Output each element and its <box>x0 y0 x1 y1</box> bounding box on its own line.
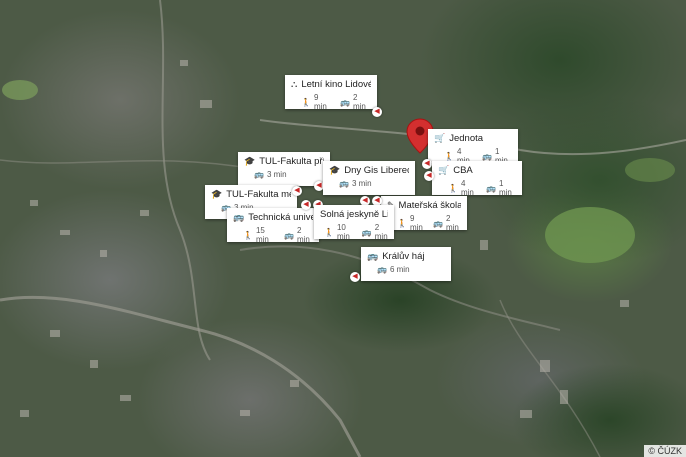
poi-card[interactable]: 🚌Technická univer... 🚶15 min 🚌2 min <box>227 208 319 244</box>
bus-time: 3 min <box>351 179 372 188</box>
bus-icon: 🚌 <box>233 212 245 222</box>
poi-name: Mateřská škola Ji... <box>398 200 461 211</box>
walk-time: 15 min <box>255 226 269 244</box>
graduation-cap-icon: 🎓 <box>244 156 256 166</box>
bus-icon: 🚌 <box>377 265 387 274</box>
bus-time: 2 min <box>296 226 310 244</box>
poi-card[interactable]: 🛒 CBA 🚶 4 min 🚌 1 min <box>432 161 522 197</box>
poi-card[interactable]: ⛬Letní kino Lidové ... 🚶9 min 🚌2 min <box>285 75 377 111</box>
bus-time: 1 min <box>498 179 512 197</box>
bus-icon: 🚌 <box>433 218 443 228</box>
poi-pointer-icon[interactable]: ◀ <box>372 107 382 117</box>
cart-icon: 🛒 <box>434 133 446 143</box>
bus-icon: 🚌 <box>339 179 349 188</box>
poi-name: Dny Gis Liberec <box>344 165 409 176</box>
bus-time: 2 min <box>374 223 388 241</box>
walk-icon: 🚶 <box>448 183 458 193</box>
walk-icon: 🚶 <box>301 97 311 107</box>
walk-icon: 🚶 <box>243 230 253 240</box>
poi-card[interactable]: 🛒Jednota 🚶4 min 🚌1 min <box>428 129 518 165</box>
walk-time: 4 min <box>460 179 474 197</box>
bus-icon: 🚌 <box>361 227 372 237</box>
satellite-map[interactable]: ⛬Letní kino Lidové ... 🚶9 min 🚌2 min ◀ 🛒… <box>0 0 686 457</box>
sitemap-icon: ⛬ <box>291 79 298 89</box>
graduation-cap-icon: 🎓 <box>329 165 341 175</box>
bus-time: 3 min <box>266 170 287 179</box>
bus-icon: 🚌 <box>367 251 379 261</box>
poi-pointer-icon[interactable]: ◀ <box>422 159 432 169</box>
poi-name: Technická univer... <box>248 212 313 223</box>
poi-name: Králův háj <box>382 251 425 262</box>
poi-card[interactable]: 🎓 Dny Gis Liberec 🚌 3 min <box>323 161 415 195</box>
map-attribution: © ČÚZK <box>644 445 686 457</box>
walk-time: 10 min <box>336 223 350 241</box>
poi-card[interactable]: 🚌 Králův háj 🚌 6 min <box>361 247 451 281</box>
poi-pointer-icon[interactable]: ◀ <box>424 171 434 181</box>
walk-icon: 🚶 <box>444 151 454 161</box>
bus-time: 2 min <box>445 214 459 232</box>
bus-icon: 🚌 <box>283 230 294 240</box>
poi-name: TUL-Fakulta mech... <box>226 189 291 200</box>
bus-icon: 🚌 <box>340 97 350 107</box>
bus-time: 2 min <box>352 93 366 111</box>
poi-pointer-icon[interactable]: ◀ <box>301 200 311 210</box>
poi-name: Solná jeskyně Lib... <box>320 209 388 220</box>
poi-pointer-icon[interactable]: ◀ <box>292 186 302 196</box>
bus-time: 6 min <box>389 265 410 274</box>
poi-name: TUL-Fakulta přírо... <box>259 156 324 167</box>
poi-card[interactable]: Solná jeskyně Lib... 🚶10 min 🚌2 min <box>314 205 394 241</box>
poi-name: Jednota <box>449 133 484 144</box>
cart-icon: 🛒 <box>438 165 450 175</box>
poi-name: CBA <box>453 165 473 176</box>
bus-icon: 🚌 <box>254 170 264 179</box>
bus-icon: 🚌 <box>482 151 492 161</box>
walk-icon: 🚶 <box>324 227 334 237</box>
graduation-cap-icon: 🎓 <box>211 189 223 199</box>
walk-time: 9 min <box>313 93 327 111</box>
poi-pointer-icon[interactable]: ◀ <box>350 272 360 282</box>
bus-icon: 🚌 <box>486 183 496 193</box>
poi-name: Letní kino Lidové ... <box>301 79 371 90</box>
walk-time: 9 min <box>409 214 423 232</box>
walk-icon: 🚶 <box>397 218 407 228</box>
